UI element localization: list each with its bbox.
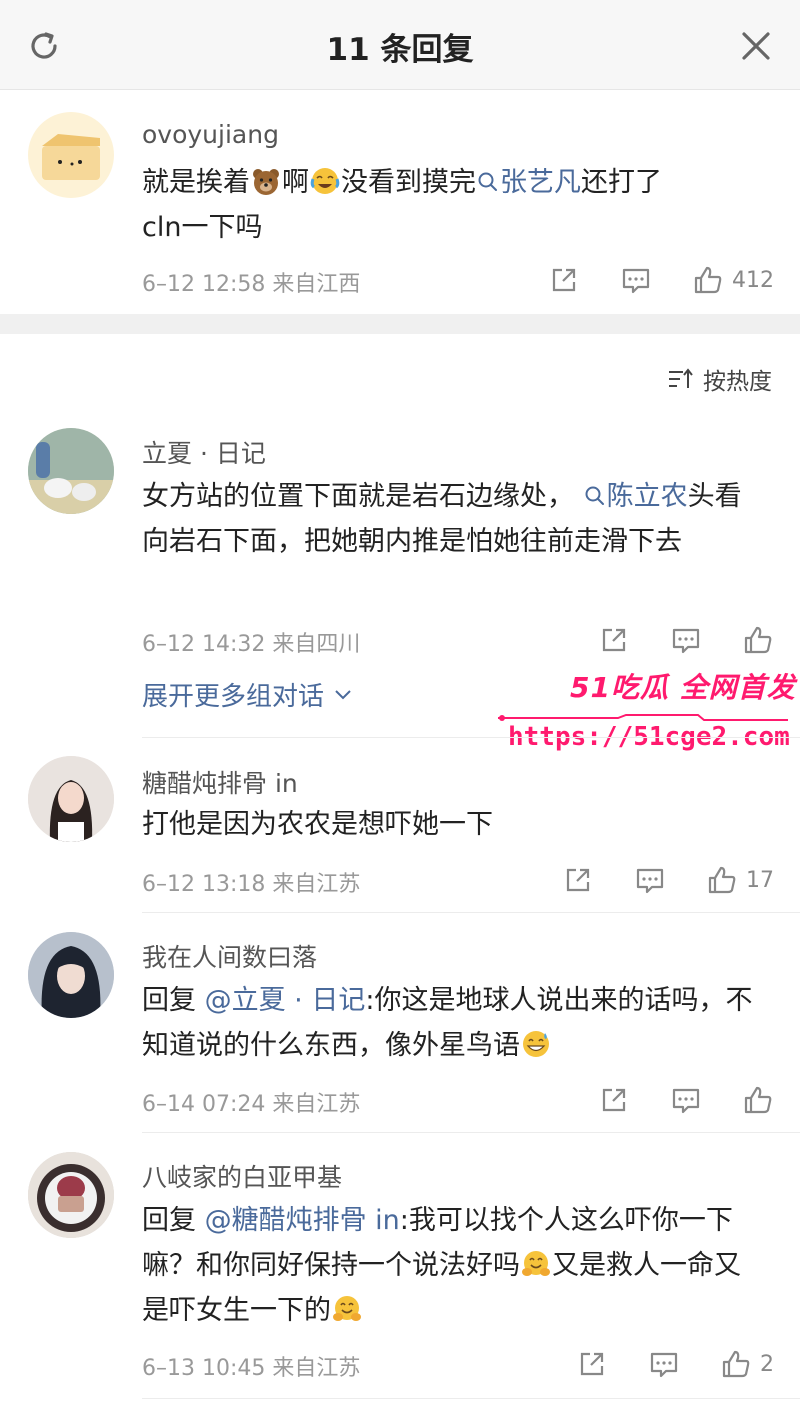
avatar[interactable]: [28, 932, 114, 1018]
reply-prefix: 回复: [142, 1205, 196, 1236]
comment-icon[interactable]: [648, 1348, 680, 1380]
comment-actions: [598, 1080, 774, 1120]
comment-text: 女方站的位置下面就是岩石边缘处， 陈立农头看向岩石下面，把她朝内推是怕她往前走滑…: [142, 474, 762, 564]
watermark-decoration: [498, 707, 788, 721]
comment-icon[interactable]: [670, 624, 702, 656]
topic-link[interactable]: 陈立农: [583, 481, 688, 512]
username[interactable]: 八岐家的白亚甲基: [142, 1158, 342, 1194]
comment-location: 来自江苏: [272, 1356, 361, 1381]
comment-text: 回复 @糖醋炖排骨 in:我可以找个人这么吓你一下嘛？和你同好保持一个说法好吗又…: [142, 1198, 762, 1333]
comment-time: 6–12 14:32: [142, 632, 266, 657]
divider: [142, 737, 800, 738]
comment-time: 6–12 13:18: [142, 872, 266, 897]
like-icon[interactable]: [742, 1084, 774, 1116]
comment-time: 6–14 07:24: [142, 1092, 266, 1117]
comment-text-part: 就是挨着: [142, 167, 250, 198]
topic-link-label[interactable]: 陈立农: [607, 481, 688, 512]
avatar[interactable]: [28, 1152, 114, 1238]
comment-time: 6–12 12:58: [142, 272, 266, 297]
expand-label[interactable]: 展开更多组对话: [142, 676, 324, 713]
comment-location: 来自四川: [272, 632, 361, 657]
username[interactable]: 我在人间数曰落: [142, 938, 317, 974]
chevron-down-icon: [335, 689, 351, 699]
share-icon[interactable]: [598, 1084, 630, 1116]
crying-laugh-emoji-icon: [309, 165, 341, 197]
like-icon[interactable]: [742, 624, 774, 656]
share-icon[interactable]: [576, 1348, 608, 1380]
comment-location: 来自江苏: [272, 872, 361, 897]
comment-actions: [598, 620, 774, 660]
page-title: 11 条回复: [326, 32, 474, 68]
bear-emoji-icon: [250, 165, 282, 197]
comment-actions: 17: [562, 860, 774, 900]
comment-meta: 6–12 12:58 来自江西: [142, 266, 360, 298]
share-icon[interactable]: [548, 264, 580, 296]
comment-text-part: cln一下吗: [142, 212, 263, 243]
comment-meta: 6–12 14:32 来自四川: [142, 626, 360, 658]
search-icon: [478, 172, 497, 191]
mention-link[interactable]: @糖醋炖排骨 in: [205, 1205, 400, 1236]
comment-text: 打他是因为农农是想吓她一下: [142, 802, 762, 847]
comment-icon[interactable]: [670, 1084, 702, 1116]
topic-link[interactable]: 张艺凡: [476, 167, 581, 198]
reply-prefix: 回复: [142, 985, 196, 1016]
sort-label[interactable]: 按热度: [703, 362, 772, 396]
divider: [142, 1132, 800, 1133]
hug-emoji-icon: [331, 1293, 363, 1325]
comment-text-part: 没看到摸完: [341, 167, 476, 198]
comment-icon[interactable]: [634, 864, 666, 896]
watermark-title: 51吃瓜 全网首发: [570, 671, 796, 704]
reply-header: 11 条回复: [0, 0, 800, 90]
comment-meta: 6–13 10:45 来自江苏: [142, 1350, 360, 1382]
like-count: 17: [746, 867, 774, 893]
close-icon[interactable]: [736, 26, 776, 66]
comment-location: 来自江苏: [272, 1092, 361, 1117]
topic-link-label[interactable]: 张艺凡: [500, 167, 581, 198]
comment-text-part: 女方站的位置下面就是岩石边缘处，: [142, 481, 574, 512]
divider: [142, 1398, 800, 1399]
avatar[interactable]: [28, 428, 114, 514]
comment-text-part: 啊: [282, 167, 309, 198]
sort-icon: [669, 368, 693, 388]
username[interactable]: 糖醋炖排骨 in: [142, 764, 298, 800]
like-icon[interactable]: [720, 1348, 752, 1380]
expand-conversation-link[interactable]: 展开更多组对话: [142, 676, 354, 713]
comment-text: 就是挨着 啊 没看到摸完 张艺凡还打了 cln一下吗: [142, 160, 762, 250]
sweat-smile-emoji-icon: [520, 1028, 552, 1060]
avatar[interactable]: [28, 756, 114, 842]
username[interactable]: ovoyujiang: [142, 120, 279, 149]
like-icon[interactable]: [692, 264, 724, 296]
search-icon: [585, 486, 604, 505]
section-separator: [0, 314, 800, 334]
comment-text-part: 还打了: [581, 167, 662, 198]
avatar[interactable]: [28, 112, 114, 198]
like-icon[interactable]: [706, 864, 738, 896]
like-count: 412: [732, 267, 774, 293]
share-icon[interactable]: [562, 864, 594, 896]
comment-time: 6–13 10:45: [142, 1356, 266, 1381]
comment-text-part: 打他是因为农农是想吓她一下: [142, 809, 493, 840]
comment-meta: 6–14 07:24 来自江苏: [142, 1086, 360, 1118]
comment-actions: 412: [548, 260, 774, 300]
like-count: 2: [760, 1351, 774, 1377]
comment-meta: 6–12 13:18 来自江苏: [142, 866, 360, 898]
comment-location: 来自江西: [272, 272, 361, 297]
hug-emoji-icon: [520, 1248, 552, 1280]
username[interactable]: 立夏 · 日记: [142, 434, 266, 470]
share-icon[interactable]: [598, 624, 630, 656]
comment-actions: 2: [576, 1344, 774, 1384]
comment-text: 回复 @立夏 · 日记:你这是地球人说出来的话吗，不知道说的什么东西，像外星鸟语: [142, 978, 762, 1068]
comment-icon[interactable]: [620, 264, 652, 296]
mention-link[interactable]: @立夏 · 日记: [205, 985, 366, 1016]
sort-toggle[interactable]: 按热度: [667, 362, 772, 396]
divider: [142, 912, 800, 913]
